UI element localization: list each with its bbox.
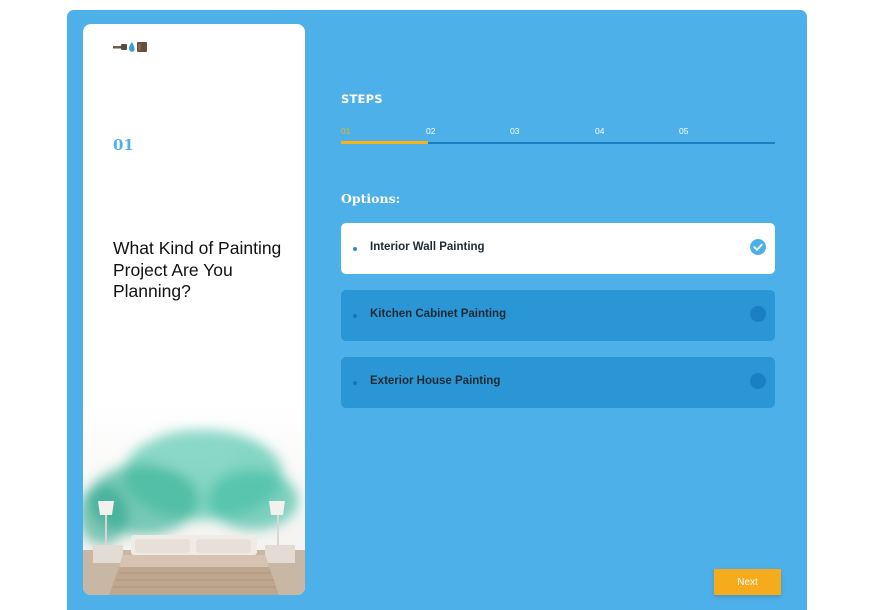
step-label-03[interactable]: 03: [510, 126, 519, 136]
option-label: Kitchen Cabinet Painting: [370, 308, 507, 320]
bullet-icon: [353, 381, 357, 385]
quiz-panel: 01 What Kind of Painting Project Are You…: [67, 10, 807, 610]
option-exterior-house-painting[interactable]: Exterior House Painting: [341, 357, 775, 408]
option-label: Interior Wall Painting: [370, 241, 485, 253]
question-card: 01 What Kind of Painting Project Are You…: [83, 24, 305, 595]
next-button[interactable]: Next: [714, 569, 781, 595]
option-kitchen-cabinet-painting[interactable]: Kitchen Cabinet Painting: [341, 290, 775, 341]
steps-progress-fill: [341, 141, 428, 144]
steps-progress-track: [341, 141, 775, 144]
step-label-05[interactable]: 05: [679, 126, 688, 136]
bullet-icon: [353, 247, 357, 251]
step-label-02[interactable]: 02: [426, 126, 435, 136]
option-interior-wall-painting[interactable]: Interior Wall Painting: [341, 223, 775, 274]
bullet-icon: [353, 314, 357, 318]
paint-tools-logo-icon: [113, 42, 147, 52]
check-circle-icon: [750, 239, 766, 255]
option-label: Exterior House Painting: [370, 375, 501, 387]
step-label-04[interactable]: 04: [595, 126, 604, 136]
options-title: Options:: [341, 191, 401, 206]
question-number: 01: [113, 136, 134, 154]
radio-circle-icon: [750, 306, 766, 322]
question-heading: What Kind of Painting Project Are You Pl…: [113, 238, 282, 301]
steps-title: STEPS: [341, 92, 383, 106]
step-label-01[interactable]: 01: [341, 126, 350, 136]
bedroom-illustration: [83, 405, 305, 595]
radio-circle-icon: [750, 373, 766, 389]
